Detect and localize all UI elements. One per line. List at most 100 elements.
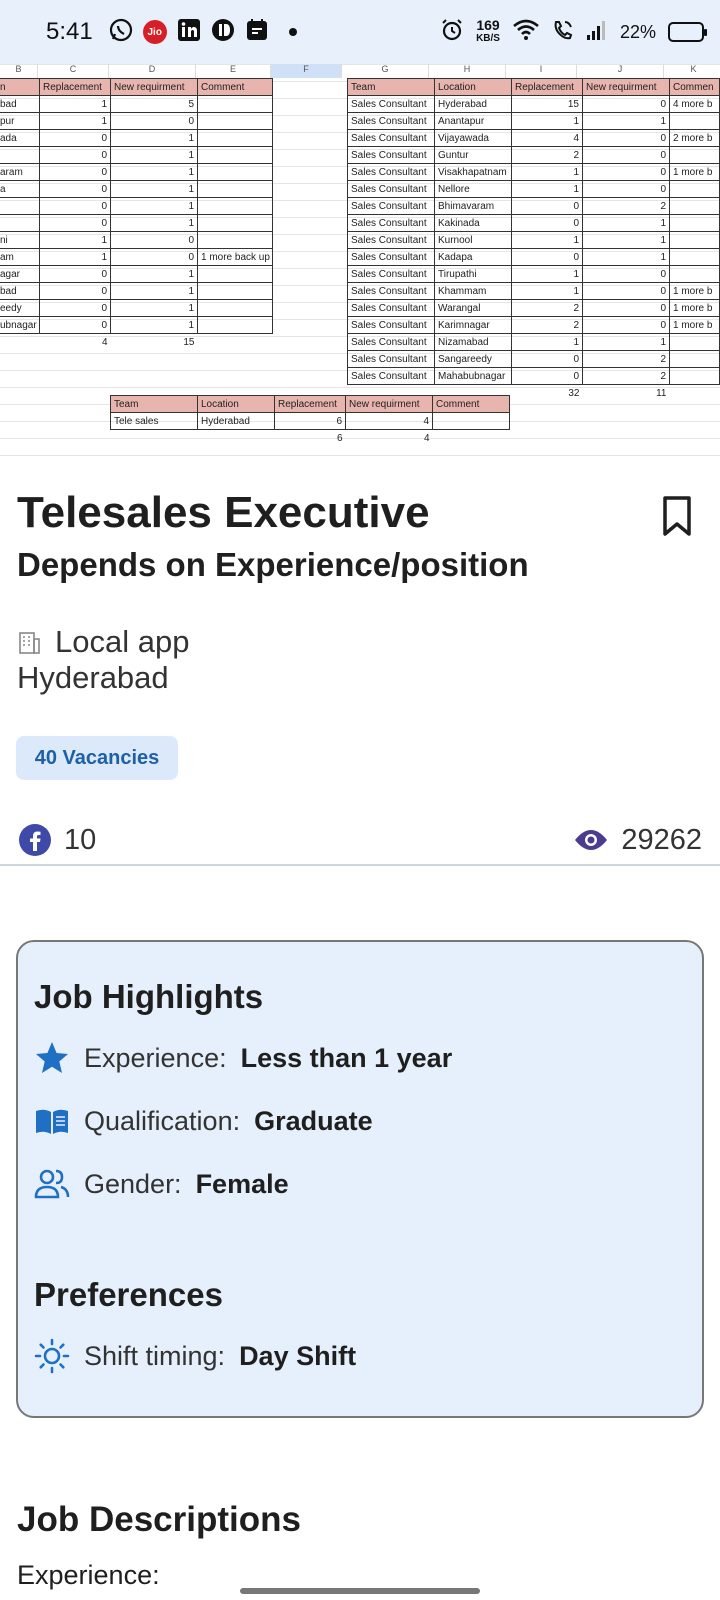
sheet-cell: Bhimavaram <box>434 197 512 215</box>
sheet-cell: 1 <box>110 146 198 164</box>
sheet-cell: Hyderabad <box>434 95 512 113</box>
calendar-app-icon <box>245 18 269 47</box>
job-image: B C D E F G H I J K n Replacement New requ… <box>0 64 720 464</box>
sheet-cell: Sales Consultant <box>347 129 435 147</box>
wifi-icon <box>512 19 540 46</box>
sheet-cell: 1 <box>582 214 670 232</box>
sheet-cell: 6 <box>274 412 346 430</box>
sheet-cell: 0 <box>39 163 111 181</box>
facebook-shares[interactable]: 10 <box>18 823 96 857</box>
sheet-row: bad 0 1 <box>0 282 273 300</box>
facebook-icon[interactable] <box>18 823 52 857</box>
sheet-cell: 1 <box>110 180 198 198</box>
sheet-row: Sales Consultant Karimnagar 2 0 1 more b <box>347 316 720 334</box>
sheet-cell <box>197 95 273 113</box>
sheet-cell: Nizamabad <box>434 333 512 351</box>
sheet-cell <box>197 265 273 283</box>
sheet-cell: am <box>0 248 40 266</box>
job-title: Telesales Executive <box>17 488 430 537</box>
network-speed: 169 KB/S <box>476 17 500 44</box>
sheet-cell: Sales Consultant <box>347 367 435 385</box>
sheet-row: Sales Consultant Nizamabad 1 1 <box>347 333 720 351</box>
sheet-cell: 4 more b <box>669 95 720 113</box>
preferences-title: Preferences <box>34 1276 223 1313</box>
sheet-cell: 0 <box>582 282 670 300</box>
sheet-cell: 1 more b <box>669 316 720 334</box>
sheet-cell: Karimnagar <box>434 316 512 334</box>
sheet-cell: 0 <box>39 146 111 164</box>
sheet-cell <box>669 197 720 215</box>
sheet-cell: Mahabubnagar <box>434 367 512 385</box>
highlights-title: Job Highlights <box>34 978 264 1015</box>
sheet-cell: Sales Consultant <box>347 333 435 351</box>
sheet-cell: 2 <box>582 197 670 215</box>
sheet-total-cell: 32 <box>568 387 580 399</box>
gender-label: Gender: <box>84 1168 182 1199</box>
sheet-row: a01 <box>0 180 273 198</box>
sheet-cell: 0 <box>110 231 198 249</box>
company-name[interactable]: Local app <box>55 624 189 660</box>
gender-value: Female <box>195 1168 289 1199</box>
sheet-cell: bad <box>0 282 40 300</box>
sheet-cell: aram <box>0 163 40 181</box>
sheet-cell: 0 <box>582 299 670 317</box>
sheet-cell: 0 <box>39 299 111 317</box>
sheet-total-cell <box>198 334 273 351</box>
sun-icon <box>34 1338 70 1374</box>
sheet-row: eedy 0 1 <box>0 299 273 317</box>
sheet-cell: 0 <box>39 180 111 198</box>
sheet-cell: 0 <box>582 163 670 181</box>
highlight-gender: Gender: Female <box>34 1166 289 1202</box>
sheet-cell: 0 <box>39 129 111 147</box>
shift-label: Shift timing: <box>84 1340 226 1371</box>
sheet-cell: Sangareedy <box>434 350 512 368</box>
sheet-cell: 0 <box>582 146 670 164</box>
sheet-cell: Sales Consultant <box>347 231 435 249</box>
sheet-cell: 0 <box>39 282 111 300</box>
sheet-cell: 1 <box>582 231 670 249</box>
sheet-cell: 1 <box>110 282 198 300</box>
sheet-total-cell: 11 <box>656 387 667 399</box>
sheet-cell: New requirment <box>582 78 670 96</box>
sheet-cell <box>669 214 720 232</box>
sheet-row: aram 0 1 <box>0 163 273 181</box>
sheet-cell: Sales Consultant <box>347 248 435 266</box>
sheet-cell: 4 <box>511 129 583 147</box>
sheet-row: Sales Consultant Kadapa 0 1 <box>347 248 720 266</box>
sheet-cell: 1 <box>110 299 198 317</box>
sheet-cell: ubnagar <box>0 316 40 334</box>
sheet-cell: 0 <box>582 129 670 147</box>
job-location: Hyderabad <box>17 660 169 695</box>
sheet-total-cell <box>670 385 720 402</box>
salary-text: Depends on Experience/position <box>17 546 529 583</box>
sheet-row: 01 <box>0 146 273 164</box>
sheet-cell: 1 <box>511 282 583 300</box>
sheet-cell: 1 <box>110 265 198 283</box>
sheet-cell <box>669 180 720 198</box>
sheet-cell <box>197 231 273 249</box>
gesture-nav-bar[interactable] <box>240 1588 480 1594</box>
sheet-cell <box>197 180 273 198</box>
highlight-experience: Experience: Less than 1 year <box>34 1040 452 1076</box>
sheet-cell <box>0 197 40 215</box>
bookmark-icon[interactable] <box>662 496 692 536</box>
sheet-cell: bad <box>0 95 40 113</box>
sheet-cell: 0 <box>511 367 583 385</box>
sheet-cell: 4 <box>345 412 433 430</box>
sheet-cell: Sales Consultant <box>347 316 435 334</box>
sheet-cell <box>669 265 720 283</box>
sheet-cell: agar <box>0 265 40 283</box>
sheet-row: 01 <box>0 214 273 232</box>
sheet-total-cell: 15 <box>183 336 195 348</box>
sheet-cell: Guntur <box>434 146 512 164</box>
sheet-cell: 2 more b <box>669 129 720 147</box>
sheet-cell: Kakinada <box>434 214 512 232</box>
sheet-row: Sales Consultant Sangareedy 0 2 <box>347 350 720 368</box>
sheet-cell: 0 <box>511 197 583 215</box>
sheet-cell: Khammam <box>434 282 512 300</box>
sheet-cell: 2 <box>511 146 583 164</box>
sheet-row: Sales Consultant Mahabubnagar 0 2 <box>347 367 720 385</box>
sheet-cell <box>669 146 720 164</box>
sheet-row: Sales Consultant Tirupathi 1 0 <box>347 265 720 283</box>
sheet-cell: Sales Consultant <box>347 197 435 215</box>
